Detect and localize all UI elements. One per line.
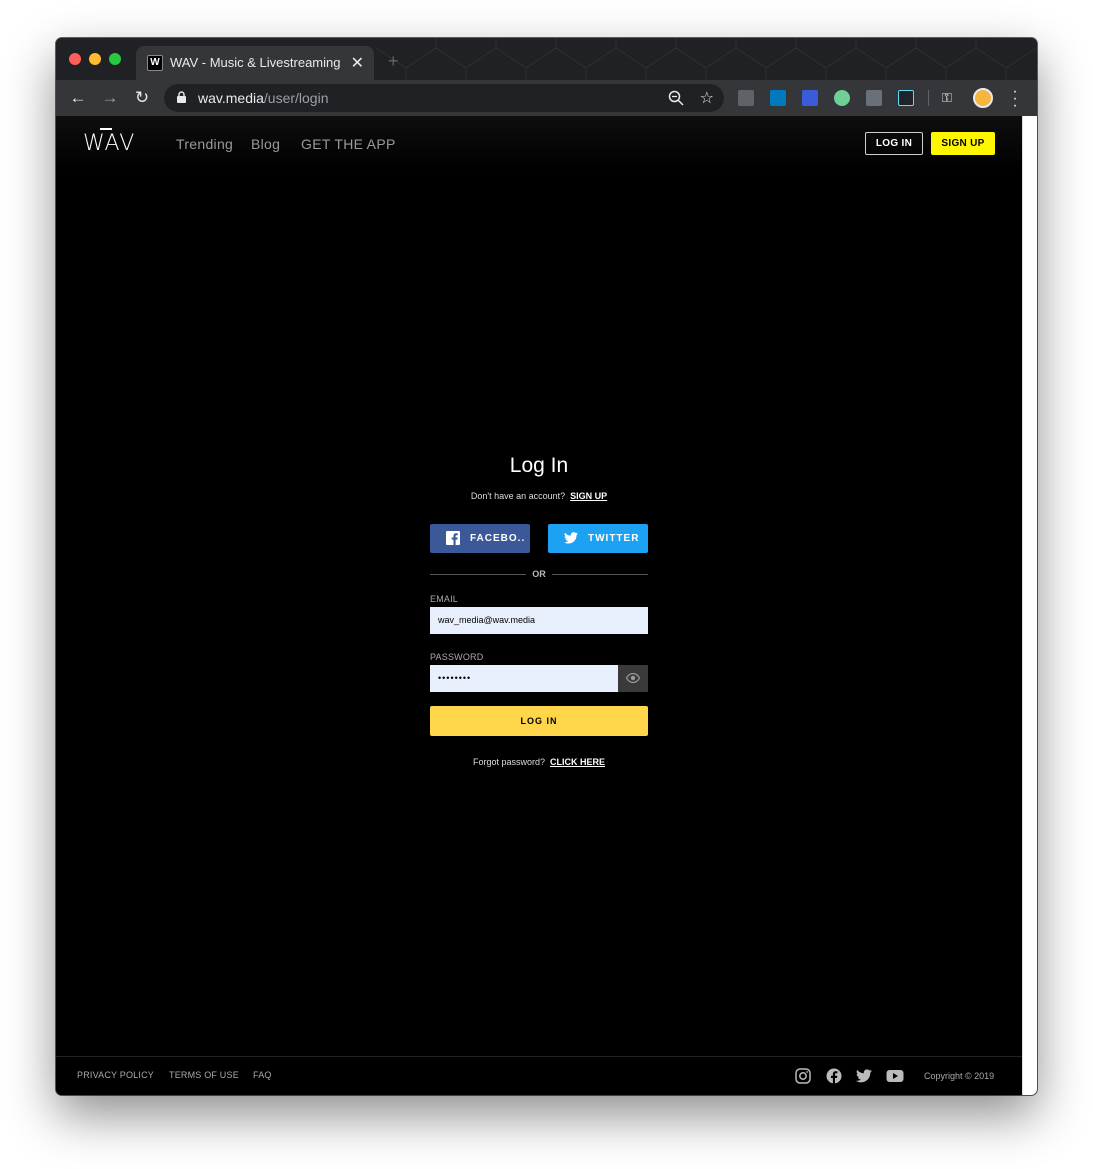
header-login-button[interactable]: LOG IN — [865, 132, 923, 155]
header-signup-button[interactable]: SIGN UP — [931, 132, 995, 155]
faq-link[interactable]: FAQ — [253, 1070, 272, 1080]
tab-close-icon[interactable]: ✕ — [351, 53, 364, 73]
tab-bar-pattern — [376, 38, 1037, 80]
address-bar[interactable]: wav.media/user/login ☆ — [164, 84, 724, 112]
twitter-label: TWITTER — [588, 533, 640, 544]
email-label: EMAIL — [430, 594, 459, 604]
youtube-icon[interactable] — [886, 1068, 904, 1084]
wav-logo[interactable]: WAV — [83, 128, 136, 156]
back-arrow-icon[interactable]: ← — [67, 87, 89, 109]
colorful-extension-icon[interactable] — [802, 90, 818, 106]
browser-menu-icon[interactable]: · · · — [1008, 84, 1022, 114]
logo-text: WAV — [83, 131, 136, 156]
or-divider-right — [552, 574, 648, 575]
close-window-button[interactable] — [69, 53, 81, 65]
maximize-window-button[interactable] — [109, 53, 121, 65]
page-content: WAV Trending Blog GET THE APP LOG IN SIG… — [56, 116, 1022, 1095]
privacy-policy-link[interactable]: PRIVACY POLICY — [77, 1070, 154, 1080]
facebook-icon — [446, 531, 460, 545]
twitter-icon — [564, 532, 578, 544]
tab-bar: W WAV - Music & Livestreaming ✕ + — [56, 38, 1037, 80]
key-icon[interactable]: ⚿ — [942, 90, 958, 106]
green-extension-icon[interactable] — [834, 90, 850, 106]
signup-link[interactable]: SIGN UP — [570, 491, 607, 501]
signup-prompt: Don't have an account? SIGN UP — [430, 491, 648, 501]
minimize-window-button[interactable] — [89, 53, 101, 65]
email-field[interactable]: wav_media@wav.media — [430, 607, 648, 634]
show-password-button[interactable] — [618, 665, 648, 692]
code-extension-icon[interactable] — [866, 90, 882, 106]
browser-window: W WAV - Music & Livestreaming ✕ + ← → ↻ … — [56, 38, 1037, 1095]
new-tab-icon[interactable]: + — [388, 51, 399, 72]
reload-icon[interactable]: ↻ — [131, 87, 153, 109]
page-scrollbar[interactable] — [1022, 116, 1037, 1095]
facebook-login-button[interactable]: FACEBO.. — [430, 524, 530, 553]
no-account-text: Don't have an account? — [470, 491, 566, 501]
browser-tab[interactable]: W WAV - Music & Livestreaming ✕ — [136, 46, 374, 80]
tab-title: WAV - Music & Livestreaming — [170, 55, 341, 70]
wav-favicon-icon: W — [147, 55, 163, 71]
password-label: PASSWORD — [430, 652, 484, 662]
nav-trending[interactable]: Trending — [176, 136, 233, 152]
instagram-icon[interactable] — [795, 1068, 811, 1084]
terms-of-use-link[interactable]: TERMS OF USE — [169, 1070, 239, 1080]
facebook-label: FACEBO.. — [470, 533, 526, 544]
logo-macron — [100, 128, 112, 130]
url-text: wav.media/user/login — [198, 90, 328, 106]
password-field[interactable]: •••••••• — [430, 665, 618, 692]
trello-extension-icon[interactable] — [770, 90, 786, 106]
site-header: WAV Trending Blog GET THE APP LOG IN SIG… — [56, 116, 1022, 172]
site-footer: PRIVACY POLICY TERMS OF USE FAQ Copyrigh… — [56, 1056, 1022, 1095]
twitter-login-button[interactable]: TWITTER — [548, 524, 648, 553]
extension-separator — [928, 90, 929, 106]
forgot-text: Forgot password? — [472, 757, 546, 767]
cast-extension-icon[interactable] — [738, 90, 754, 106]
eye-icon — [626, 673, 640, 683]
forgot-password-line: Forgot password? CLICK HERE — [430, 757, 648, 767]
browser-toolbar: ← → ↻ wav.media/user/login ☆ ⚿ · · · — [56, 80, 1037, 116]
login-submit-button[interactable]: LOG IN — [430, 706, 648, 736]
zoom-icon[interactable] — [668, 90, 684, 106]
nav-blog[interactable]: Blog — [251, 136, 280, 152]
url-host: wav.media — [198, 90, 264, 106]
copyright-text: Copyright © 2019 — [924, 1071, 995, 1081]
forgot-password-link[interactable]: CLICK HERE — [550, 757, 605, 767]
lock-icon — [177, 91, 186, 103]
or-text: OR — [532, 569, 546, 579]
twitter-icon[interactable] — [856, 1068, 872, 1084]
bookmark-star-icon[interactable]: ☆ — [700, 88, 714, 108]
facebook-icon[interactable] — [826, 1068, 842, 1084]
login-title: Log In — [509, 454, 569, 477]
forward-arrow-icon[interactable]: → — [99, 87, 121, 109]
profile-avatar[interactable] — [973, 88, 993, 108]
nav-get-the-app[interactable]: GET THE APP — [301, 136, 396, 152]
react-devtools-icon[interactable] — [898, 90, 914, 106]
or-divider-left — [430, 574, 526, 575]
url-path: /user/login — [263, 90, 329, 106]
